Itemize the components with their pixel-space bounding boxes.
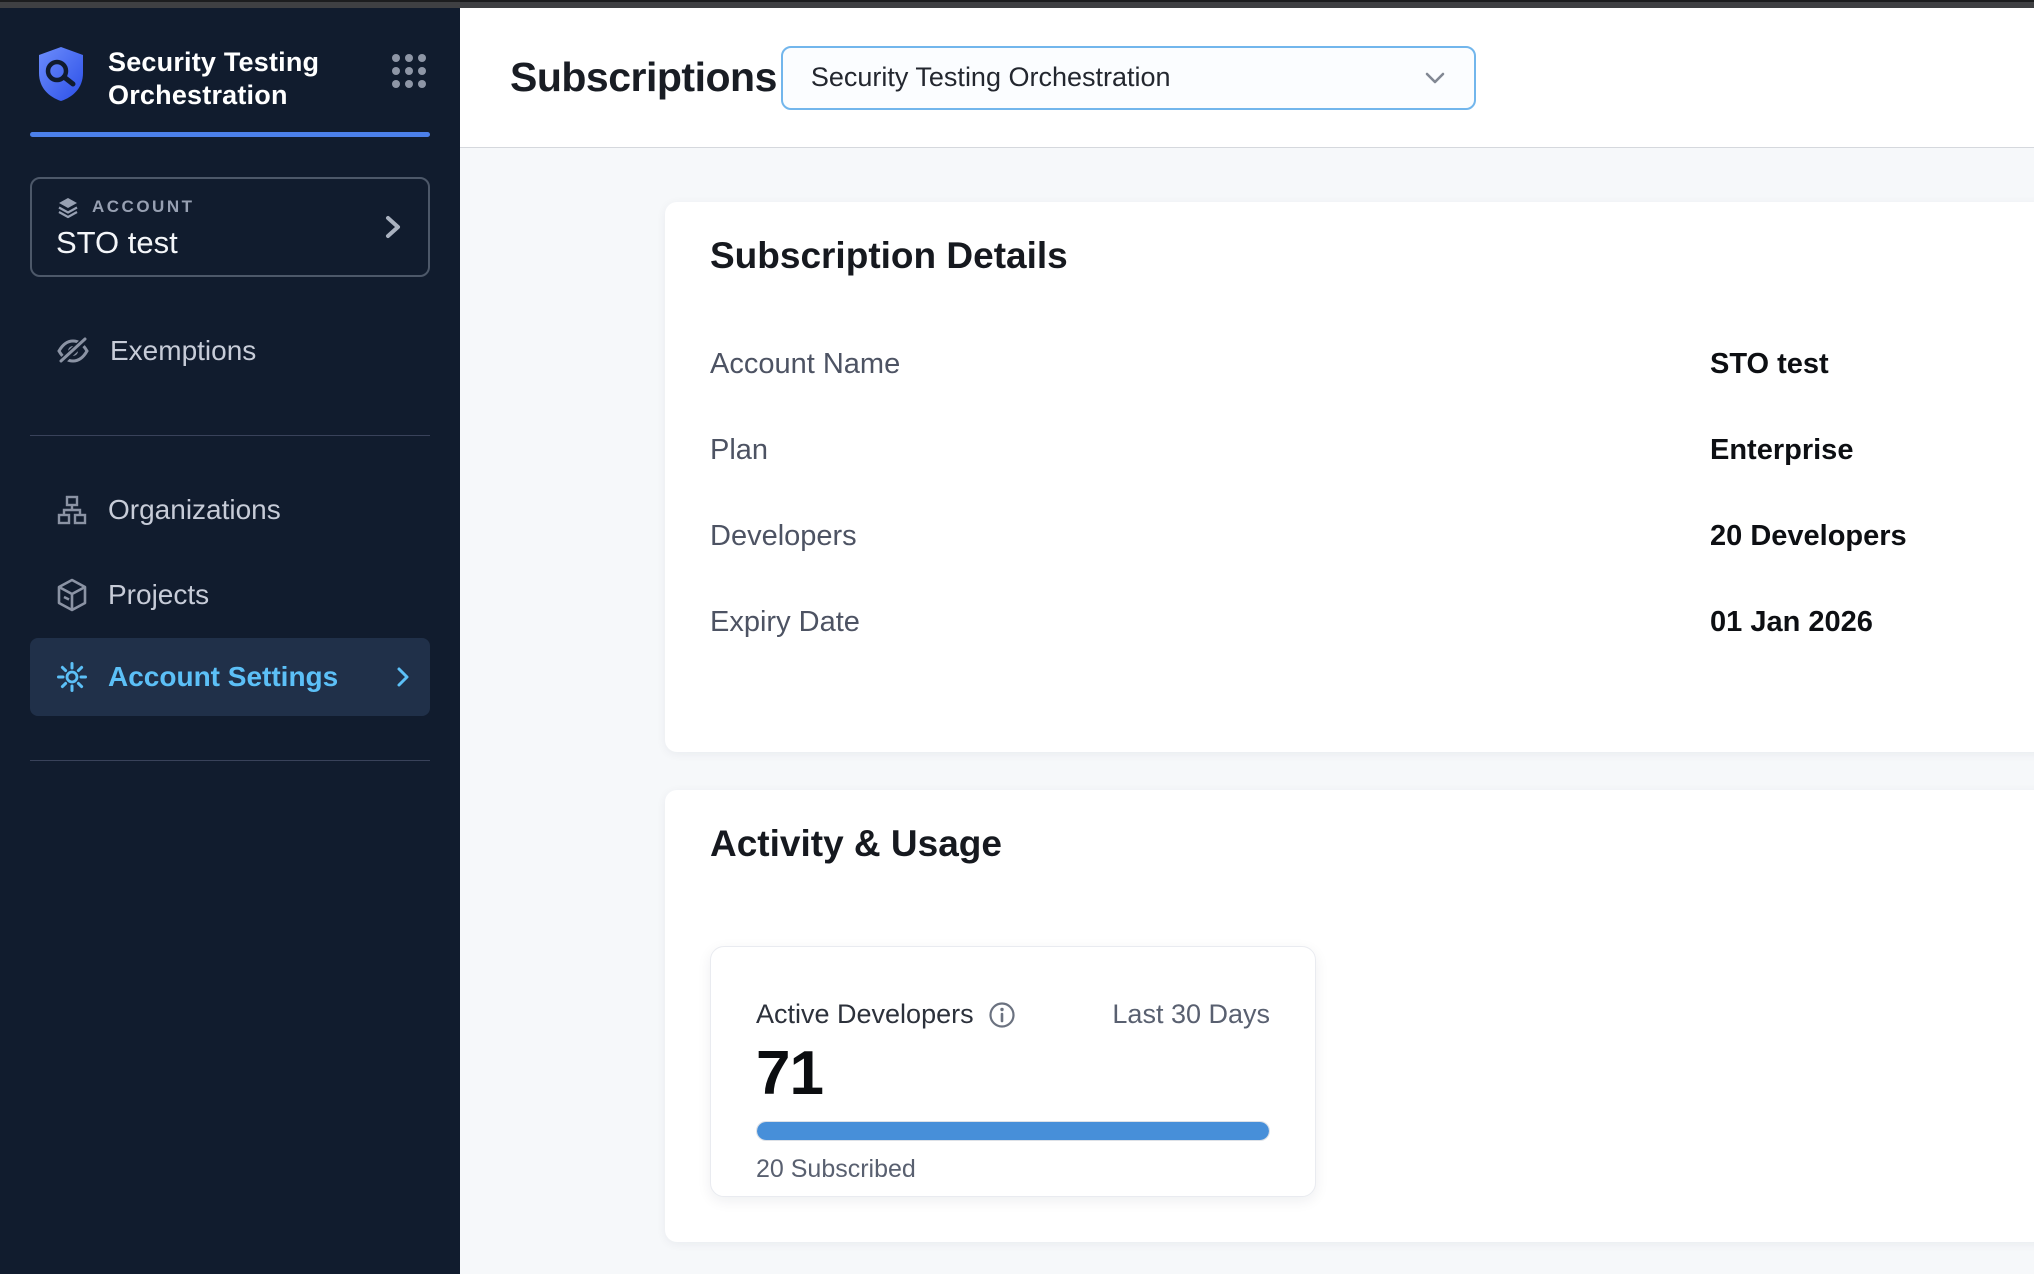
detail-value: STO test bbox=[1710, 348, 1829, 381]
metric-value: 71 bbox=[756, 1038, 1270, 1109]
account-scope-label: ACCOUNT bbox=[92, 197, 195, 217]
detail-label: Plan bbox=[710, 434, 1710, 467]
sidebar-header: Security Testing Orchestration bbox=[0, 8, 460, 112]
subscription-details-title: Subscription Details bbox=[710, 232, 1998, 280]
app-switcher-grid-icon[interactable] bbox=[392, 54, 426, 88]
sto-shield-logo-icon bbox=[36, 46, 86, 102]
detail-label: Expiry Date bbox=[710, 606, 1710, 639]
detail-label: Developers bbox=[710, 520, 1710, 553]
eye-off-icon bbox=[56, 336, 90, 366]
usage-progress-bar bbox=[756, 1121, 1270, 1141]
account-name: STO test bbox=[56, 225, 406, 261]
detail-value: 01 Jan 2026 bbox=[1710, 606, 1873, 639]
app-root: Security Testing Orchestration ACCOUNT S… bbox=[0, 8, 2034, 1274]
sidebar-item-account-settings[interactable]: Account Settings bbox=[30, 638, 430, 716]
sidebar-item-label: Projects bbox=[108, 579, 209, 611]
cube-icon bbox=[56, 578, 88, 612]
main-area: Subscriptions Security Testing Orchestra… bbox=[460, 8, 2034, 1274]
sidebar-item-projects[interactable]: Projects bbox=[30, 567, 430, 623]
detail-row-developers: Developers 20 Developers bbox=[710, 508, 1998, 564]
account-scope-card[interactable]: ACCOUNT STO test bbox=[30, 177, 430, 277]
sidebar-divider bbox=[30, 760, 430, 761]
detail-label: Account Name bbox=[710, 348, 1710, 381]
detail-row-plan: Plan Enterprise bbox=[710, 422, 1998, 478]
metric-period: Last 30 Days bbox=[1112, 999, 1270, 1030]
layers-icon bbox=[56, 195, 80, 219]
sidebar-item-label: Account Settings bbox=[108, 661, 338, 693]
detail-value: Enterprise bbox=[1710, 434, 1853, 467]
module-select-value: Security Testing Orchestration bbox=[811, 62, 1171, 93]
window-top-bar bbox=[0, 0, 2034, 8]
metric-label: Active Developers bbox=[756, 999, 974, 1030]
detail-row-account-name: Account Name STO test bbox=[710, 336, 1998, 392]
sidebar-item-label: Organizations bbox=[108, 494, 281, 526]
sidebar-item-organizations[interactable]: Organizations bbox=[30, 482, 430, 538]
activity-usage-title: Activity & Usage bbox=[710, 820, 1998, 868]
product-title: Security Testing Orchestration bbox=[108, 46, 358, 112]
info-icon[interactable] bbox=[988, 1001, 1016, 1029]
page-title: Subscriptions bbox=[510, 54, 777, 101]
detail-value: 20 Developers bbox=[1710, 520, 1907, 553]
subscriptions-content: Subscription Details Account Name STO te… bbox=[460, 148, 2034, 1274]
module-select-dropdown[interactable]: Security Testing Orchestration bbox=[781, 46, 1476, 110]
gear-icon bbox=[56, 661, 88, 693]
org-chart-icon bbox=[56, 494, 88, 526]
chevron-right-icon bbox=[382, 212, 404, 242]
sidebar-accent-underline bbox=[30, 132, 430, 137]
metric-subscribed: 20 Subscribed bbox=[756, 1155, 1270, 1184]
detail-row-expiry-date: Expiry Date 01 Jan 2026 bbox=[710, 594, 1998, 650]
subscription-details-card: Subscription Details Account Name STO te… bbox=[665, 202, 2034, 752]
usage-progress-fill bbox=[757, 1122, 1269, 1140]
active-developers-metric-card: Active Developers Last 30 Days 71 bbox=[710, 946, 1316, 1197]
chevron-down-icon bbox=[1422, 69, 1448, 87]
activity-usage-card: Activity & Usage Active Developers Last … bbox=[665, 790, 2034, 1242]
subscription-details-rows: Account Name STO test Plan Enterprise De… bbox=[710, 336, 1998, 650]
sidebar-item-exemptions[interactable]: Exemptions bbox=[30, 323, 430, 379]
page-header: Subscriptions Security Testing Orchestra… bbox=[460, 8, 2034, 148]
chevron-right-icon bbox=[394, 664, 412, 690]
sidebar: Security Testing Orchestration ACCOUNT S… bbox=[0, 8, 460, 1274]
sidebar-item-label: Exemptions bbox=[110, 335, 256, 367]
